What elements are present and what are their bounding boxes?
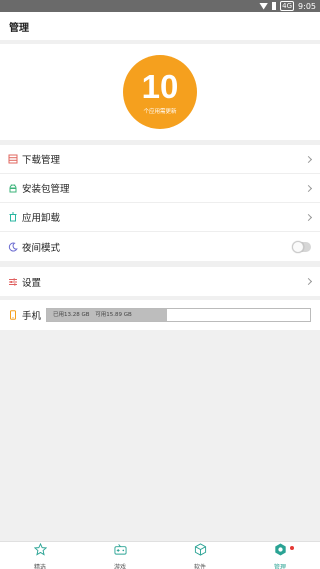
chevron-right-icon bbox=[304, 155, 313, 163]
menu-item-label: 下载管理 bbox=[22, 155, 61, 166]
menu-item-label: 设置 bbox=[22, 277, 42, 289]
menu-item-night-mode: 夜间模式 bbox=[0, 232, 320, 261]
tab-featured[interactable]: 精选 bbox=[0, 542, 80, 569]
tab-label: 精选 bbox=[33, 563, 46, 569]
menu-item-settings[interactable]: 设置 bbox=[0, 267, 320, 296]
storage-row[interactable]: 手机 已用13.28 GB 可用15.89 GB bbox=[0, 300, 320, 330]
header: 管理 bbox=[0, 12, 320, 40]
menu-item-packages[interactable]: 安装包管理 bbox=[0, 174, 320, 203]
download-list-icon bbox=[8, 154, 18, 164]
storage-used-text: 已用13.28 GB bbox=[53, 312, 90, 318]
update-summary: 10 个应用需更新 bbox=[0, 44, 320, 140]
tab-software[interactable]: 软件 bbox=[160, 542, 240, 569]
page-title: 管理 bbox=[9, 22, 29, 34]
settings-group: 设置 bbox=[0, 267, 320, 296]
storage-free-text: 可用15.89 GB bbox=[95, 312, 132, 318]
phone-icon bbox=[8, 310, 18, 320]
storage-group: 手机 已用13.28 GB 可用15.89 GB bbox=[0, 300, 320, 330]
tab-manage[interactable]: 管理 bbox=[240, 542, 320, 569]
storage-label: 手机 bbox=[22, 311, 42, 322]
update-count-circle[interactable]: 10 个应用需更新 bbox=[123, 55, 197, 129]
trash-icon bbox=[8, 212, 18, 222]
gear-icon bbox=[274, 541, 287, 560]
notification-dot bbox=[290, 546, 294, 550]
status-bar: 4G 9:05 bbox=[0, 0, 320, 12]
storage-usage-text: 已用13.28 GB 可用15.89 GB bbox=[53, 309, 136, 321]
network-badge: 4G bbox=[280, 1, 295, 11]
menu-item-downloads[interactable]: 下载管理 bbox=[0, 145, 320, 174]
chevron-right-icon bbox=[304, 213, 313, 221]
android-package-icon bbox=[8, 183, 18, 193]
status-time: 9:05 bbox=[298, 1, 316, 11]
menu-item-uninstall[interactable]: 应用卸载 bbox=[0, 203, 320, 232]
bottom-nav: 精选 游戏 软件 管理 bbox=[0, 541, 320, 569]
sliders-icon bbox=[8, 277, 18, 287]
chevron-right-icon bbox=[304, 277, 313, 286]
tab-games[interactable]: 游戏 bbox=[80, 542, 160, 569]
manage-menu: 下载管理 安装包管理 应用卸载 夜间模式 bbox=[0, 145, 320, 261]
chevron-right-icon bbox=[304, 184, 313, 192]
tab-label: 软件 bbox=[193, 563, 206, 569]
menu-item-label: 夜间模式 bbox=[22, 242, 61, 254]
night-mode-toggle[interactable] bbox=[292, 240, 311, 253]
toggle-knob bbox=[292, 240, 304, 253]
tab-label: 游戏 bbox=[113, 563, 126, 569]
update-count: 10 bbox=[141, 68, 179, 105]
tab-label: 管理 bbox=[273, 563, 286, 569]
cube-icon bbox=[194, 541, 207, 560]
gamepad-icon bbox=[113, 541, 127, 560]
storage-usage-bar: 已用13.28 GB 可用15.89 GB bbox=[46, 308, 311, 322]
menu-item-label: 应用卸载 bbox=[22, 213, 61, 224]
battery-icon bbox=[272, 2, 277, 10]
menu-item-label: 安装包管理 bbox=[22, 184, 70, 195]
moon-icon bbox=[8, 242, 18, 252]
wifi-icon bbox=[259, 2, 269, 10]
update-count-label: 个应用需更新 bbox=[143, 109, 177, 115]
star-icon bbox=[33, 541, 47, 560]
